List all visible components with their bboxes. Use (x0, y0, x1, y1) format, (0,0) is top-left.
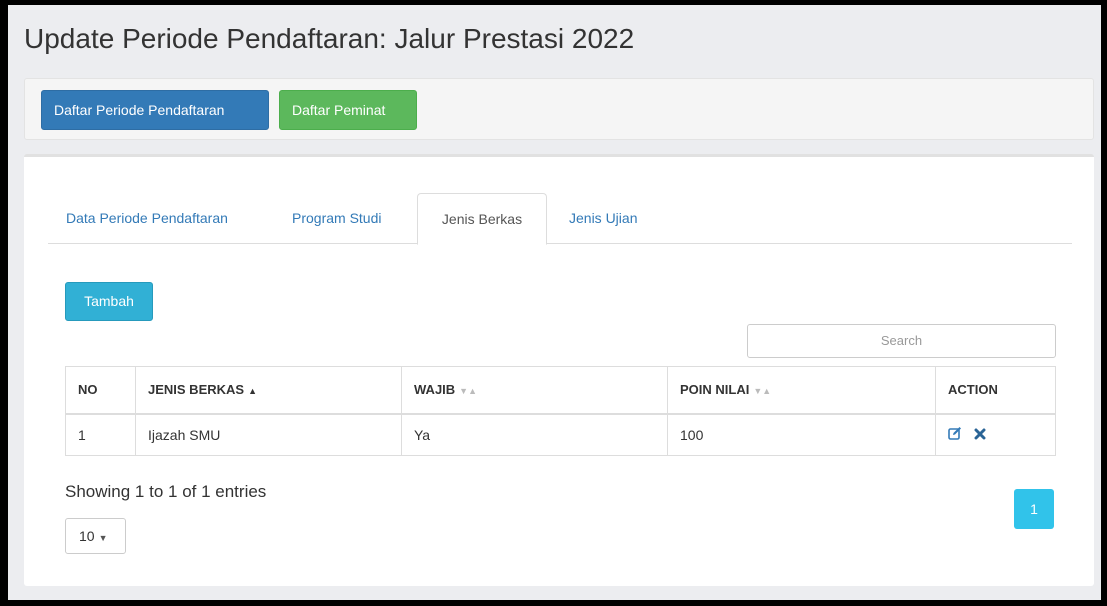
search-input[interactable]: Search (747, 324, 1056, 358)
app-frame: Update Periode Pendaftaran: Jalur Presta… (8, 5, 1101, 600)
tambah-button[interactable]: Tambah (65, 282, 153, 321)
column-header-poin-nilai[interactable]: POIN NILAI ▼▲ (667, 366, 936, 415)
column-header-wajib[interactable]: WAJIB ▼▲ (401, 366, 668, 415)
berkas-table: NO JENIS BERKAS ▲ WAJIB ▼▲ POIN NILAI ▼▲ AC… (65, 366, 1056, 456)
cell-no: 1 (65, 413, 136, 456)
content-panel: Data Periode Pendaftaran Program Studi J… (24, 154, 1094, 586)
page-title: Update Periode Pendaftaran: Jalur Presta… (24, 23, 635, 54)
table-row: 1 Ijazah SMU Ya 100 (65, 413, 1056, 456)
delete-icon[interactable] (974, 427, 986, 443)
tab-bar: Data Periode Pendaftaran Program Studi J… (48, 193, 1072, 245)
table-header-row: NO JENIS BERKAS ▲ WAJIB ▼▲ POIN NILAI ▼▲ AC… (65, 366, 1056, 415)
sort-asc-icon: ▲ (248, 386, 257, 397)
column-header-no[interactable]: NO (65, 366, 136, 415)
column-header-jenis-berkas[interactable]: JENIS BERKAS ▲ (135, 366, 402, 415)
cell-wajib: Ya (401, 413, 668, 456)
tab-program-studi[interactable]: Program Studi (276, 193, 397, 244)
caret-down-icon: ▼ (98, 533, 108, 543)
cell-action (935, 413, 1056, 456)
tab-jenis-ujian[interactable]: Jenis Ujian (553, 193, 653, 244)
page-size-dropdown[interactable]: 10 ▼ (65, 518, 126, 554)
sort-icon: ▼▲ (459, 386, 477, 397)
cell-poin-nilai: 100 (667, 413, 936, 456)
pagination-page-1[interactable]: 1 (1014, 489, 1054, 529)
daftar-peminat-button[interactable]: Daftar Peminat (279, 90, 417, 130)
edit-icon[interactable] (948, 426, 962, 443)
tab-data-periode[interactable]: Data Periode Pendaftaran (50, 193, 244, 244)
cell-jenis-berkas: Ijazah SMU (135, 413, 402, 456)
tab-jenis-berkas[interactable]: Jenis Berkas (417, 193, 547, 245)
daftar-periode-button[interactable]: Daftar Periode Pendaftaran (41, 90, 269, 130)
sort-icon: ▼▲ (753, 386, 772, 397)
entries-info: Showing 1 to 1 of 1 entries (65, 482, 267, 501)
column-header-action: ACTION (935, 366, 1056, 415)
toolbar: Daftar Periode Pendaftaran Daftar Pemina… (24, 78, 1094, 140)
